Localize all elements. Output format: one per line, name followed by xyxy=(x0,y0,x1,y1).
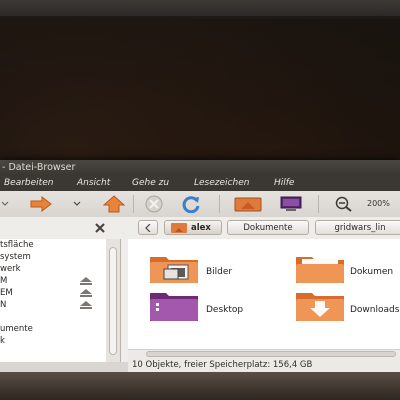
file-view: Bilder Dokumen Desktop Downloads xyxy=(128,239,400,362)
toolbar: 200% xyxy=(0,191,400,218)
toolbar-separator xyxy=(318,195,319,213)
menu-bearbeiten[interactable]: Bearbeiten xyxy=(4,176,53,191)
computer-icon[interactable] xyxy=(278,195,304,213)
window-title: - Datei-Browser xyxy=(2,162,76,173)
reload-icon[interactable] xyxy=(178,195,204,213)
sidebar-item-device-1[interactable]: M xyxy=(0,276,7,286)
menu-hilfe[interactable]: Hilfe xyxy=(274,176,294,191)
forward-dropdown-icon[interactable] xyxy=(72,195,82,213)
path-crumb-label: alex xyxy=(191,223,211,233)
toolbar-separator xyxy=(133,195,134,213)
close-sidebar-icon[interactable] xyxy=(94,222,106,234)
file-label[interactable]: Downloads xyxy=(350,305,399,315)
desktop-folder-icon xyxy=(150,293,198,321)
file-item-downloads[interactable] xyxy=(294,289,350,323)
file-label[interactable]: Bilder xyxy=(206,267,232,277)
file-label[interactable]: Desktop xyxy=(206,305,243,315)
zoom-level: 200% xyxy=(367,199,390,208)
sidebar-item-network[interactable]: werk xyxy=(0,264,21,274)
menu-gehe-zu[interactable]: Gehe zu xyxy=(132,176,169,191)
file-browser-window: - Datei-Browser Bearbeiten Ansicht Gehe … xyxy=(0,160,400,400)
stop-icon[interactable] xyxy=(141,195,167,213)
status-text: 10 Objekte, freier Speicherplatz: 156,4 … xyxy=(132,360,313,370)
background-window-bar xyxy=(0,16,400,19)
file-item-bilder[interactable] xyxy=(148,253,208,285)
file-item-dokumente[interactable] xyxy=(294,253,350,285)
sidebar-item-filesystem[interactable]: system xyxy=(0,252,31,262)
home-folder-icon[interactable] xyxy=(233,195,263,213)
eject-icon[interactable] xyxy=(79,277,93,285)
places-sidebar: tsfläche system werk M EM N umente k xyxy=(0,239,107,362)
up-arrow-icon[interactable] xyxy=(101,195,127,213)
eject-icon[interactable] xyxy=(79,301,93,309)
sidebar-item-documents[interactable]: umente xyxy=(0,324,33,334)
zoom-out-icon[interactable] xyxy=(333,195,355,213)
path-crumb-gridwars[interactable]: gridwars_lin xyxy=(315,220,400,235)
sidebar-item-desktop[interactable]: tsfläche xyxy=(0,240,34,250)
status-bar: 10 Objekte, freier Speicherplatz: 156,4 … xyxy=(128,358,400,372)
sidebar-item-music[interactable]: k xyxy=(0,336,5,346)
path-crumb-label: gridwars_lin xyxy=(334,223,386,233)
path-scroll-left-button[interactable] xyxy=(138,220,158,235)
location-bar: alex Dokumente gridwars_lin xyxy=(0,217,400,239)
eject-icon[interactable] xyxy=(79,289,93,297)
file-item-desktop[interactable] xyxy=(148,289,204,323)
menubar: Bearbeiten Ansicht Gehe zu Lesezeichen H… xyxy=(0,176,400,191)
home-folder-icon xyxy=(171,223,187,233)
chevron-left-icon xyxy=(145,224,151,232)
toolbar-separator xyxy=(219,195,220,213)
file-label[interactable]: Dokumen xyxy=(350,267,393,277)
sidebar-item-device-3[interactable]: N xyxy=(0,300,6,310)
forward-arrow-icon[interactable] xyxy=(28,195,54,213)
window-titlebar[interactable]: - Datei-Browser xyxy=(0,160,400,176)
documents-folder-icon xyxy=(296,257,344,283)
menu-ansicht[interactable]: Ansicht xyxy=(77,176,110,191)
sidebar-scrollbar[interactable] xyxy=(106,239,121,362)
sidebar-bottom-frame xyxy=(0,362,128,372)
downloads-folder-icon xyxy=(296,293,344,321)
menu-lesezeichen[interactable]: Lesezeichen xyxy=(194,176,249,191)
path-crumb-label: Dokumente xyxy=(243,223,293,233)
sidebar-scrollbar-thumb[interactable] xyxy=(109,247,117,355)
path-crumb-dokumente[interactable]: Dokumente xyxy=(227,220,309,235)
horizontal-scrollbar-thumb[interactable] xyxy=(146,351,396,357)
window-bottom-shadow xyxy=(0,372,400,400)
background-window-edge xyxy=(0,0,400,17)
sidebar-item-device-2[interactable]: EM xyxy=(0,288,13,298)
pictures-folder-icon xyxy=(150,257,198,283)
path-crumb-home[interactable]: alex xyxy=(164,220,222,235)
back-dropdown-icon[interactable] xyxy=(0,195,10,213)
